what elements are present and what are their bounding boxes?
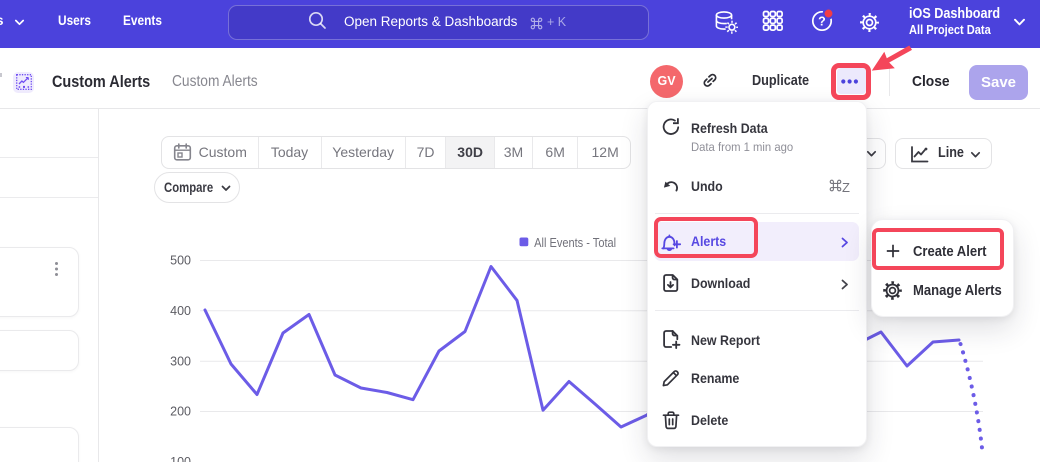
svg-text:100: 100 bbox=[170, 455, 191, 462]
svg-text:200: 200 bbox=[170, 405, 191, 419]
svg-text:400: 400 bbox=[170, 304, 191, 318]
svg-text:All Events - Total: All Events - Total bbox=[534, 235, 616, 250]
svg-text:300: 300 bbox=[170, 354, 191, 368]
svg-text:500: 500 bbox=[170, 254, 191, 268]
